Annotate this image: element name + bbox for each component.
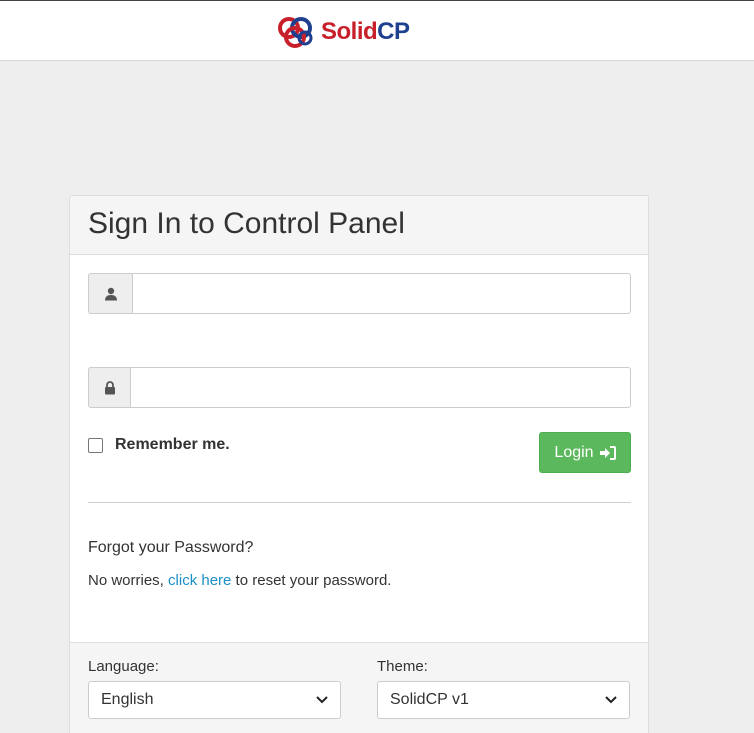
forgot-text-after: to reset your password. [231,572,392,589]
user-icon [88,273,132,314]
logo-rings-icon [278,17,313,48]
logo-text: SolidCP [321,18,410,46]
panel-footer: Language: English Theme: SolidCP v1 [70,642,648,733]
username-group [88,273,631,314]
login-button-label: Login [554,443,594,461]
reset-password-link[interactable]: click here [168,572,231,589]
language-selected: English [101,691,154,708]
login-panel: Sign In to Control Panel Remember me. Lo… [69,195,649,733]
sign-in-icon [599,445,616,460]
logo-text-cp: CP [377,18,410,45]
page-title: Sign In to Control Panel [88,207,405,240]
remember-me-label[interactable]: Remember me. [115,436,230,454]
password-group [88,367,631,408]
forgot-password-title: Forgot your Password? [88,539,254,556]
username-input[interactable] [132,273,631,314]
theme-selected: SolidCP v1 [390,691,469,708]
forgot-password-text: No worries, click here to reset your pas… [88,572,391,589]
theme-select[interactable]: SolidCP v1 [377,681,630,719]
chevron-down-icon [316,696,328,704]
language-label: Language: [88,658,159,675]
panel-heading: Sign In to Control Panel [70,196,648,255]
theme-label: Theme: [377,658,428,675]
top-bar: SolidCP [0,0,754,61]
forgot-text-before: No worries, [88,572,169,589]
remember-me: Remember me. [88,436,230,454]
chevron-down-icon [605,696,617,704]
lock-icon [88,367,130,408]
logo-text-solid: Solid [321,18,378,45]
login-button[interactable]: Login [539,432,631,473]
remember-me-checkbox[interactable] [88,437,103,453]
divider [88,502,631,503]
language-select[interactable]: English [88,681,341,719]
solidcp-logo[interactable]: SolidCP [275,14,410,50]
password-input[interactable] [130,367,631,408]
